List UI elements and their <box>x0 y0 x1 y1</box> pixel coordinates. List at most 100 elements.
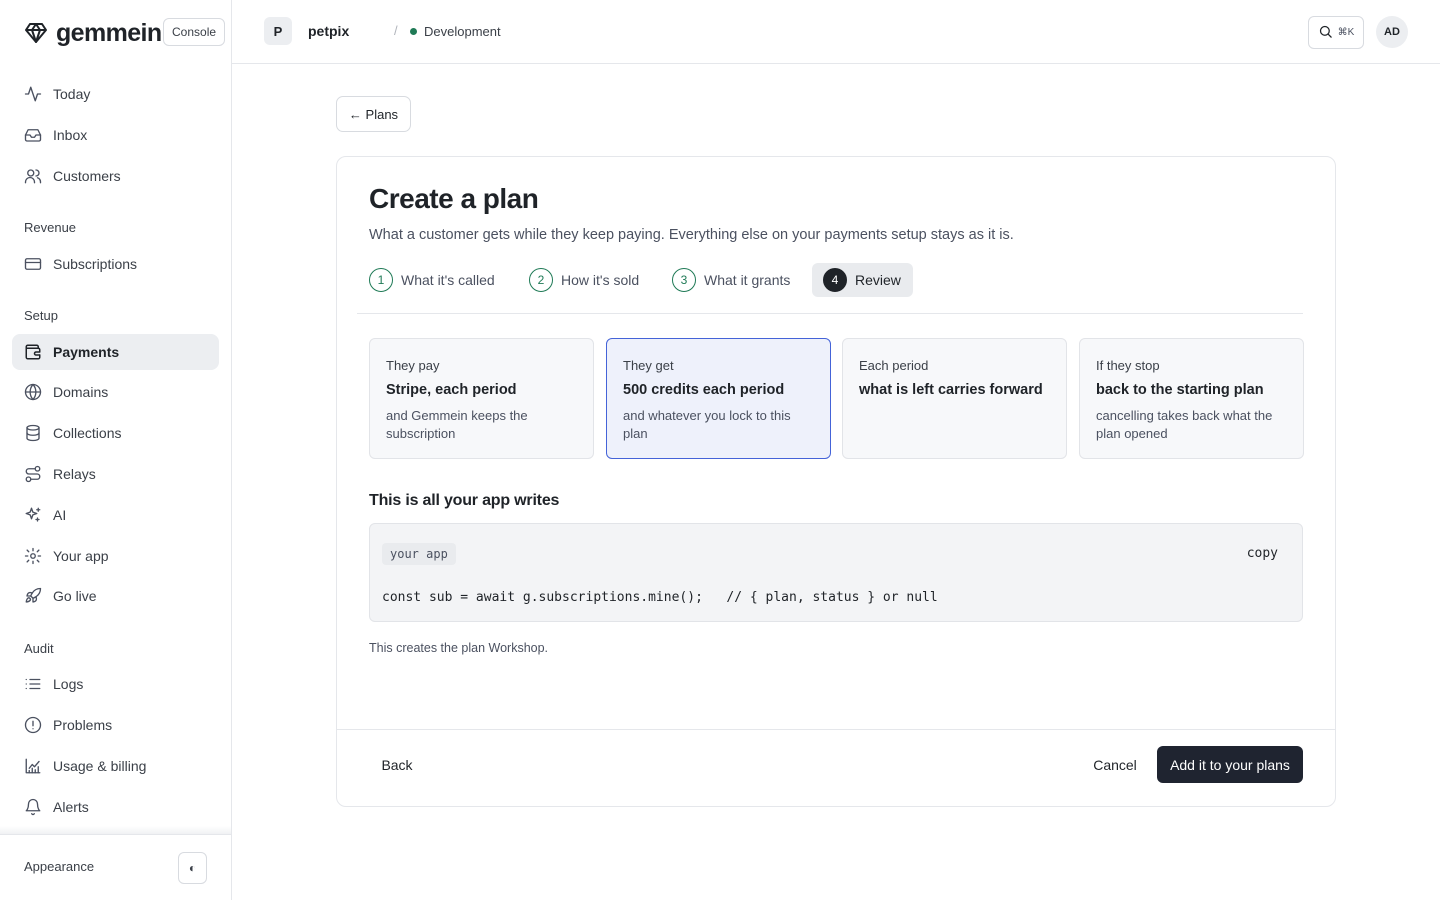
summary-note: cancelling takes back what the plan open… <box>1096 408 1273 441</box>
page-subtitle: What a customer gets while they keep pay… <box>369 227 1014 243</box>
sidebar-item-label: Inbox <box>53 127 88 143</box>
sidebar-item-alerts[interactable]: Alerts <box>12 789 219 825</box>
alert-circle-icon <box>24 716 42 734</box>
summary-note: and Gemmein keeps the subscription <box>386 408 528 441</box>
summary-label: They pay <box>386 358 440 373</box>
footer-divider <box>337 729 1335 730</box>
summary-value: back to the starting plan <box>1096 382 1264 398</box>
code-line: const sub = await g.subscriptions.mine()… <box>382 590 938 605</box>
bell-icon <box>24 798 42 816</box>
sidebar-footer: Appearance ◐ <box>0 834 231 900</box>
sidebar-item-label: Collections <box>53 425 122 441</box>
credit-card-icon <box>24 255 42 273</box>
summary-note: and whatever you lock to this plan <box>623 408 791 441</box>
sidebar-item-label: Relays <box>53 466 96 482</box>
step-label: Review <box>855 272 901 288</box>
breadcrumb-separator: / <box>394 23 398 38</box>
environment-status-dot <box>410 28 417 35</box>
summary-value: Stripe, each period <box>386 382 517 398</box>
step-label: What it's called <box>401 272 495 288</box>
environment-name[interactable]: Development <box>424 24 501 39</box>
step-number: 4 <box>823 268 847 292</box>
summary-label: If they stop <box>1096 358 1160 373</box>
search-shortcut: ⌘K <box>1337 27 1355 38</box>
summary-each-period: Each period what is left carries forward <box>842 338 1067 459</box>
brand[interactable]: gemmein <box>24 18 162 48</box>
section-title-audit: Audit <box>24 641 54 656</box>
sidebar-item-problems[interactable]: Problems <box>12 707 219 743</box>
code-heading: This is all your app writes <box>369 492 560 509</box>
search-button[interactable]: ⌘K <box>1308 16 1364 49</box>
user-avatar[interactable]: AD <box>1376 16 1408 48</box>
sidebar-item-today[interactable]: Today <box>12 76 219 112</box>
step-what-its-called[interactable]: 1 What it's called <box>369 263 495 297</box>
cancel-button[interactable]: Cancel <box>1081 747 1149 783</box>
sidebar-item-label: Go live <box>53 588 97 604</box>
code-block: your app copy const sub = await g.subscr… <box>369 523 1303 622</box>
step-what-it-grants[interactable]: 3 What it grants <box>672 263 790 297</box>
summary-they-get: They get 500 credits each period and wha… <box>606 338 831 459</box>
sidebar: gemmein Console Today Inbox Customers Re… <box>0 0 232 900</box>
diamond-icon <box>24 21 48 45</box>
section-title-revenue: Revenue <box>24 220 77 235</box>
sidebar-item-label: Subscriptions <box>53 256 138 272</box>
back-to-plans-button[interactable]: ← Plans <box>336 96 411 132</box>
project-name[interactable]: petpix <box>308 23 349 39</box>
code-note: This creates the plan Workshop. <box>369 641 549 655</box>
sidebar-item-domains[interactable]: Domains <box>12 374 219 410</box>
sidebar-item-label: AI <box>53 507 67 523</box>
sidebar-item-payments[interactable]: Payments <box>12 334 219 370</box>
activity-icon <box>24 85 42 103</box>
sparkles-icon <box>24 506 42 524</box>
wallet-icon <box>24 343 42 361</box>
theme-toggle-button[interactable]: ◐ <box>178 852 207 884</box>
step-number: 2 <box>529 268 553 292</box>
sidebar-item-relays[interactable]: Relays <box>12 456 219 492</box>
sidebar-item-label: Logs <box>53 676 84 692</box>
summary-they-pay: They pay Stripe, each period and Gemmein… <box>369 338 594 459</box>
inbox-icon <box>24 126 42 144</box>
sidebar-item-customers[interactable]: Customers <box>12 158 219 194</box>
sidebar-item-label: Your app <box>53 548 109 564</box>
summary-if-they-stop: If they stop back to the starting plan c… <box>1079 338 1304 459</box>
page-title: Create a plan <box>369 183 539 214</box>
sidebar-item-label: Usage & billing <box>53 758 147 774</box>
sidebar-item-label: Alerts <box>53 799 89 815</box>
add-to-plans-button[interactable]: Add it to your plans <box>1157 746 1303 783</box>
create-plan-card: Create a plan What a customer gets while… <box>336 156 1336 807</box>
sidebar-item-usage-billing[interactable]: Usage & billing <box>12 748 219 784</box>
contrast-icon: ◐ <box>188 861 197 875</box>
steps-divider <box>357 313 1303 314</box>
console-tag: Console <box>163 18 226 46</box>
users-icon <box>24 167 42 185</box>
globe-icon <box>24 383 42 401</box>
sidebar-item-inbox[interactable]: Inbox <box>12 117 219 153</box>
summary-value: what is left carries forward <box>859 382 1043 398</box>
project-avatar[interactable]: P <box>264 17 292 45</box>
summary-value: 500 credits each period <box>623 382 785 398</box>
appearance-label: Appearance <box>24 859 95 874</box>
summary-label: Each period <box>859 358 929 373</box>
sidebar-item-label: Payments <box>53 344 120 360</box>
step-label: What it grants <box>704 272 791 288</box>
sidebar-item-label: Problems <box>53 717 113 733</box>
copy-code-button[interactable]: copy <box>1247 546 1278 561</box>
list-icon <box>24 675 42 693</box>
sidebar-item-subscriptions[interactable]: Subscriptions <box>12 246 219 282</box>
back-button[interactable]: Back <box>369 747 425 783</box>
step-review[interactable]: 4 Review <box>812 263 913 297</box>
step-how-its-sold[interactable]: 2 How it's sold <box>529 263 639 297</box>
database-icon <box>24 424 42 442</box>
step-number: 3 <box>672 268 696 292</box>
sidebar-item-go-live[interactable]: Go live <box>12 578 219 614</box>
summary-label: They get <box>623 358 674 373</box>
sidebar-item-your-app[interactable]: Your app <box>12 538 219 574</box>
sidebar-item-collections[interactable]: Collections <box>12 415 219 451</box>
rocket-icon <box>24 587 42 605</box>
search-icon <box>1318 24 1333 42</box>
sidebar-item-ai[interactable]: AI <box>12 497 219 533</box>
sidebar-item-logs[interactable]: Logs <box>12 666 219 702</box>
gear-icon <box>24 547 42 565</box>
brand-name: gemmein <box>56 18 162 47</box>
step-number: 1 <box>369 268 393 292</box>
